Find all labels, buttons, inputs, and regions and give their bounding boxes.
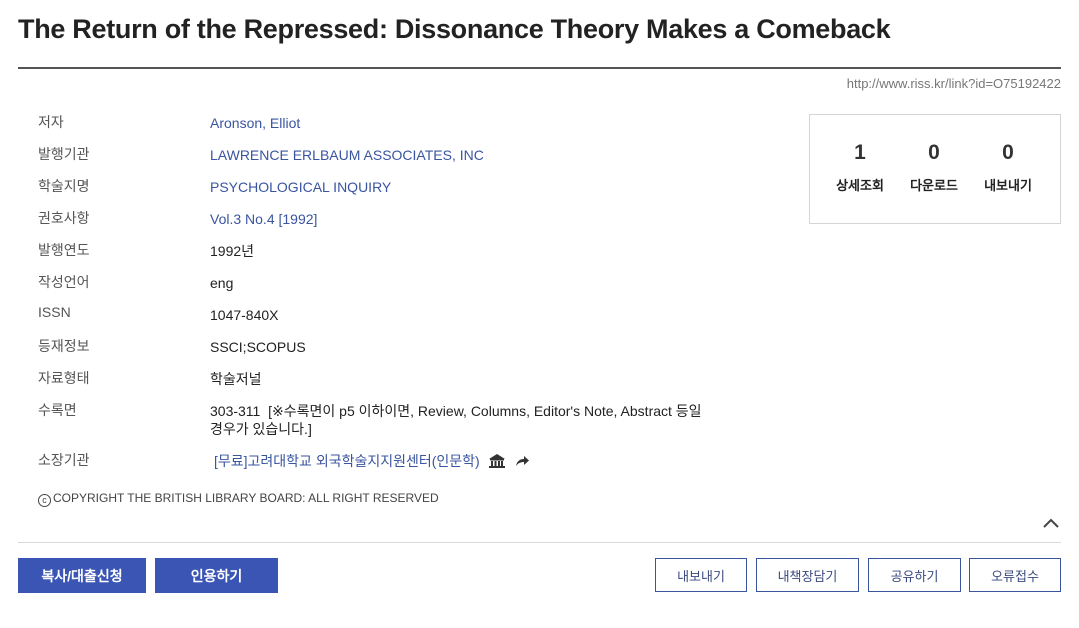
stat-views-count: 1 (854, 141, 866, 164)
meta-row-indexing: 등재정보 SSCI;SCOPUS (38, 336, 738, 368)
meta-row-pages: 수록면 303-311 [※수록면이 p5 이하이면, Review, Colu… (38, 400, 738, 450)
meta-row-year: 발행연도 1992년 (38, 240, 738, 272)
author-link[interactable]: Aronson, Elliot (210, 114, 710, 132)
share-arrow-icon[interactable] (514, 453, 532, 469)
meta-row-issn: ISSN 1047-840X (38, 304, 738, 336)
meta-row-author: 저자 Aronson, Elliot (38, 112, 738, 144)
journal-link[interactable]: PSYCHOLOGICAL INQUIRY (210, 178, 710, 196)
meta-row-type: 자료형태 학술저널 (38, 368, 738, 400)
holding-value: [무료]고려대학교 외국학술지지원센터(인문학) (210, 452, 710, 470)
add-to-bookshelf-button[interactable]: 내책장담기 (756, 558, 859, 592)
meta-key-year: 발행연도 (38, 242, 90, 258)
volume-link[interactable]: Vol.3 No.4 [1992] (210, 210, 710, 228)
meta-key-journal: 학술지명 (38, 178, 90, 194)
meta-key-author: 저자 (38, 114, 64, 130)
pages-note: [※수록면이 p5 이하이면, Review, Columns, Editor'… (210, 403, 702, 437)
stat-exports-count: 0 (1002, 141, 1014, 164)
copyright-icon: c (38, 494, 51, 507)
meta-key-indexing: 등재정보 (38, 338, 90, 354)
stat-downloads-label: 다운로드 (910, 178, 958, 193)
pages-range: 303-311 (210, 403, 261, 419)
metadata-list: 저자 Aronson, Elliot 발행기관 LAWRENCE ERLBAUM… (38, 112, 738, 482)
stat-exports-label: 내보내기 (984, 178, 1032, 193)
stats-panel: 1 상세조회 0 다운로드 0 내보내기 (809, 114, 1061, 224)
pages-value: 303-311 [※수록면이 p5 이하이면, Review, Columns,… (210, 402, 710, 438)
meta-row-publisher: 발행기관 LAWRENCE ERLBAUM ASSOCIATES, INC (38, 144, 738, 176)
language-value: eng (210, 275, 234, 291)
page-title: The Return of the Repressed: Dissonance … (18, 14, 891, 44)
title-divider (18, 67, 1061, 69)
meta-key-issn: ISSN (38, 304, 71, 320)
report-error-button[interactable]: 오류접수 (969, 558, 1061, 592)
copyright-notice: c COPYRIGHT THE BRITISH LIBRARY BOARD: AL… (38, 491, 439, 507)
chevron-up-icon[interactable] (1042, 516, 1060, 530)
stat-views-label: 상세조회 (836, 178, 884, 193)
stat-downloads-count: 0 (928, 141, 940, 164)
meta-key-type: 자료형태 (38, 370, 90, 386)
meta-row-holding: 소장기관 [무료]고려대학교 외국학술지지원센터(인문학) (38, 450, 738, 482)
cite-button[interactable]: 인용하기 (155, 558, 278, 593)
issn-value: 1047-840X (210, 307, 279, 323)
stat-views: 1 상세조회 (824, 141, 896, 194)
meta-key-publisher: 발행기관 (38, 146, 90, 162)
export-button[interactable]: 내보내기 (655, 558, 747, 592)
stat-exports: 0 내보내기 (972, 141, 1044, 194)
holding-institution-link[interactable]: [무료]고려대학교 외국학술지지원센터(인문학) (214, 452, 480, 470)
meta-key-language: 작성언어 (38, 274, 90, 290)
publisher-link[interactable]: LAWRENCE ERLBAUM ASSOCIATES, INC (210, 146, 710, 164)
meta-key-holding: 소장기관 (38, 452, 90, 468)
meta-row-language: 작성언어 eng (38, 272, 738, 304)
indexing-value: SSCI;SCOPUS (210, 339, 306, 355)
copyright-text: COPYRIGHT THE BRITISH LIBRARY BOARD: ALL… (53, 491, 439, 505)
year-value: 1992년 (210, 243, 255, 259)
share-button[interactable]: 공유하기 (868, 558, 961, 592)
section-divider (18, 542, 1061, 543)
meta-key-volume: 권호사항 (38, 210, 90, 226)
stat-downloads: 0 다운로드 (898, 141, 970, 194)
library-icon[interactable] (488, 453, 506, 469)
permalink[interactable]: http://www.riss.kr/link?id=O75192422 (847, 76, 1061, 91)
copy-loan-button[interactable]: 복사/대출신청 (18, 558, 146, 593)
meta-row-volume: 권호사항 Vol.3 No.4 [1992] (38, 208, 738, 240)
type-value: 학술저널 (210, 371, 262, 387)
meta-row-journal: 학술지명 PSYCHOLOGICAL INQUIRY (38, 176, 738, 208)
meta-key-pages: 수록면 (38, 402, 77, 418)
